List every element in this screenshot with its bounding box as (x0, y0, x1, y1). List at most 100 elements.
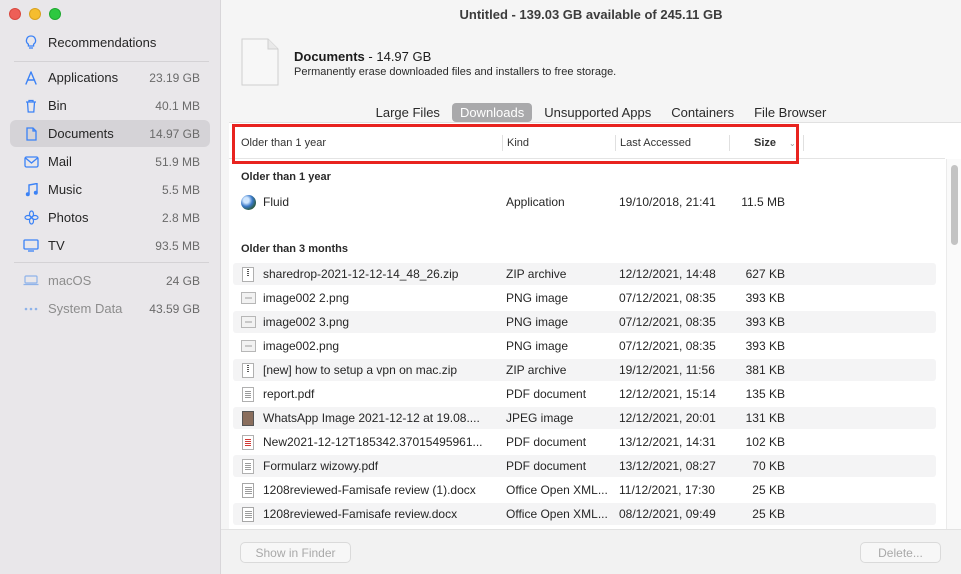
column-separator[interactable] (803, 135, 804, 151)
cell-size: 11.5 MB (741, 195, 785, 209)
table-row[interactable]: Formularz wizowy.pdf PDF document 13/12/… (233, 455, 936, 477)
cell-kind: JPEG image (506, 411, 574, 425)
image-file-icon (240, 338, 256, 354)
scrollbar-thumb[interactable] (951, 165, 958, 245)
sidebar-item-size: 14.97 GB (149, 126, 200, 141)
category-description: Permanently erase downloaded files and i… (294, 66, 617, 78)
cell-size: 393 KB (745, 315, 785, 329)
column-header-name[interactable]: Older than 1 year (241, 137, 326, 149)
cell-kind: ZIP archive (506, 267, 567, 281)
column-header-kind[interactable]: Kind (507, 137, 529, 149)
image-file-icon (240, 314, 256, 330)
sidebar-item-music[interactable]: Music 5.5 MB (10, 176, 210, 203)
table-row[interactable]: WhatsApp Image 2021-12-12 at 19.08.... J… (233, 407, 936, 429)
table-row[interactable]: Fluid Application 19/10/2018, 21:41 11.5… (233, 191, 936, 213)
cell-size: 25 KB (752, 507, 785, 521)
cell-name: Fluid (263, 195, 290, 209)
macos-icon (22, 275, 40, 286)
cell-size: 393 KB (745, 339, 785, 353)
sidebar-divider (14, 262, 209, 263)
category-name: Documents (294, 49, 365, 64)
cell-size: 25 KB (752, 483, 785, 497)
cell-kind: Office Open XML... (506, 483, 608, 497)
main-panel: Untitled - 139.03 GB available of 245.11… (221, 0, 961, 574)
sidebar-item-label: Photos (48, 210, 89, 225)
sidebar-item-size: 51.9 MB (155, 154, 200, 169)
minimize-window-button[interactable] (29, 8, 41, 20)
sidebar-item-size: 5.5 MB (161, 182, 200, 197)
table-row[interactable]: New2021-12-12T185342.37015495961... PDF … (233, 431, 936, 453)
category-size: 14.97 GB (376, 49, 432, 64)
vertical-scrollbar[interactable] (946, 159, 961, 530)
column-separator[interactable] (615, 135, 616, 151)
sidebar-item-macos: macOS 24 GB (10, 267, 210, 294)
title-separator: - (364, 49, 377, 64)
sidebar-item-label: Mail (48, 154, 72, 169)
cell-last-accessed: 08/12/2021, 09:49 (619, 507, 716, 521)
zip-file-icon (240, 362, 256, 378)
document-large-icon (241, 38, 279, 86)
sidebar-item-label: Music (48, 182, 82, 197)
table-row[interactable]: [new] how to setup a vpn on mac.zip ZIP … (233, 359, 936, 381)
tab-large-files[interactable]: Large Files (368, 103, 448, 122)
cell-size: 135 KB (745, 387, 785, 401)
sidebar-item-size: 43.59 GB (149, 301, 200, 316)
table-row[interactable]: image002 2.png PNG image 07/12/2021, 08:… (233, 287, 936, 309)
column-header-last-accessed[interactable]: Last Accessed (620, 137, 691, 149)
table-row[interactable]: 1208reviewed-Famisafe review (1).docx Of… (233, 479, 936, 501)
cell-kind: Application (506, 195, 565, 209)
sidebar-item-label: macOS (48, 273, 92, 288)
cell-kind: PDF document (506, 387, 587, 401)
sidebar-item-size: 93.5 MB (155, 238, 200, 253)
cell-last-accessed: 12/12/2021, 14:48 (619, 267, 716, 281)
sidebar-item-mail[interactable]: Mail 51.9 MB (10, 148, 210, 175)
photos-icon (22, 210, 40, 225)
tab-containers[interactable]: Containers (663, 103, 742, 122)
tab-file-browser[interactable]: File Browser (746, 103, 834, 122)
show-in-finder-button[interactable]: Show in Finder (240, 542, 351, 563)
cell-name: image002 3.png (263, 315, 350, 329)
cell-name: 1208reviewed-Famisafe review.docx (263, 507, 458, 521)
table-row[interactable]: image002.png PNG image 07/12/2021, 08:35… (233, 335, 936, 357)
cell-last-accessed: 13/12/2021, 08:27 (619, 459, 716, 473)
tab-unsupported-apps[interactable]: Unsupported Apps (536, 103, 659, 122)
cell-kind: ZIP archive (506, 363, 567, 377)
table-row[interactable]: report.pdf PDF document 12/12/2021, 15:1… (233, 383, 936, 405)
tv-icon (22, 239, 40, 252)
storage-window: Recommendations Applications 23.19 GB Bi… (0, 0, 961, 574)
sidebar-item-size: 40.1 MB (155, 98, 200, 113)
sort-chevron-icon: ⌄ (789, 139, 796, 148)
sidebar-item-label: Documents (48, 126, 114, 141)
table-row[interactable]: 1208reviewed-Famisafe review.docx Office… (233, 503, 936, 525)
cell-last-accessed: 11/12/2021, 17:30 (619, 483, 715, 497)
sidebar-item-bin[interactable]: Bin 40.1 MB (10, 92, 210, 119)
cell-name: WhatsApp Image 2021-12-12 at 19.08.... (263, 411, 480, 425)
tab-bar: Large Files Downloads Unsupported Apps C… (221, 103, 961, 123)
column-separator[interactable] (729, 135, 730, 151)
sidebar-item-label: System Data (48, 301, 123, 316)
column-separator[interactable] (502, 135, 503, 151)
column-header-size[interactable]: Size (754, 137, 776, 149)
tab-downloads[interactable]: Downloads (451, 103, 533, 122)
sidebar-item-applications[interactable]: Applications 23.19 GB (10, 64, 210, 91)
zoom-window-button[interactable] (49, 8, 61, 20)
sidebar-item-label: Recommendations (48, 35, 157, 50)
table-row[interactable]: sharedrop-2021-12-12-14_48_26.zip ZIP ar… (233, 263, 936, 285)
window-controls (9, 8, 61, 20)
sidebar-item-label: Applications (48, 70, 119, 85)
cell-kind: PNG image (506, 315, 569, 329)
table-row[interactable]: image002 3.png PNG image 07/12/2021, 08:… (233, 311, 936, 333)
delete-button[interactable]: Delete... (860, 542, 941, 563)
sidebar-item-tv[interactable]: TV 93.5 MB (10, 232, 210, 259)
sidebar-item-size: 23.19 GB (149, 70, 200, 85)
sidebar-item-recommendations[interactable]: Recommendations (10, 29, 210, 56)
close-window-button[interactable] (9, 8, 21, 20)
sidebar-item-photos[interactable]: Photos 2.8 MB (10, 204, 210, 231)
cell-size: 627 KB (745, 267, 785, 281)
pdf-file-icon (240, 386, 256, 402)
bin-icon (22, 99, 40, 113)
sidebar-item-label: Bin (48, 98, 67, 113)
sidebar-item-documents[interactable]: Documents 14.97 GB (10, 120, 210, 147)
ellipsis-icon (22, 307, 40, 311)
cell-last-accessed: 07/12/2021, 08:35 (619, 339, 716, 353)
